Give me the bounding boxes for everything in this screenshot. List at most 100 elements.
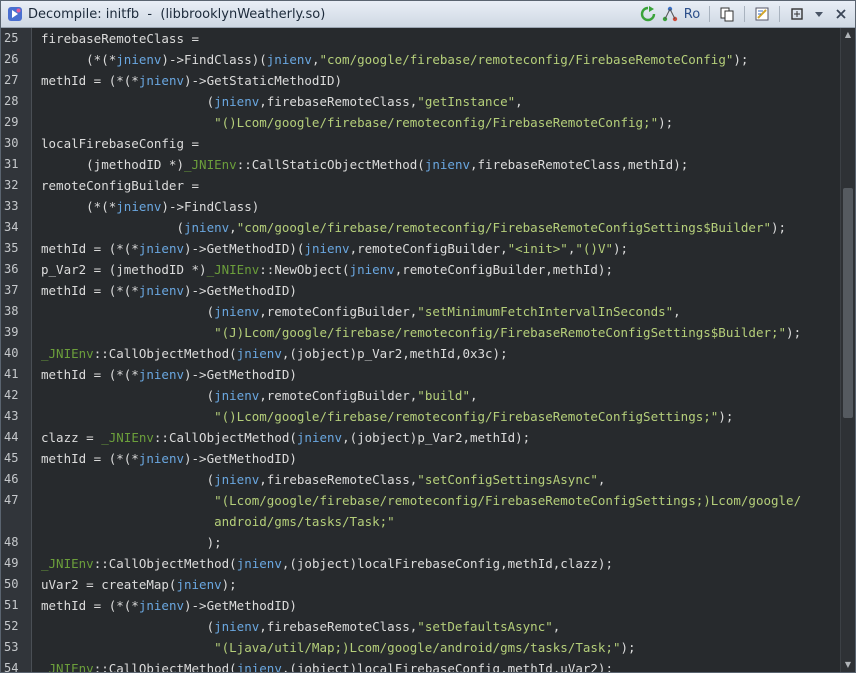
code-token[interactable]: , — [515, 94, 523, 109]
code-token[interactable]: ( — [41, 472, 215, 487]
code-text[interactable]: localFirebaseConfig = — [41, 133, 199, 154]
code-token[interactable]: jnienv — [214, 388, 259, 403]
code-token[interactable]: ( — [41, 619, 215, 634]
code-text[interactable]: _JNIEnv::CallObjectMethod(jnienv,(jobjec… — [41, 658, 613, 672]
code-token[interactable]: p_Var2 = (jmethodID *) — [41, 262, 207, 277]
code-text[interactable]: methId = (*(*jnienv)->GetMethodID) — [41, 448, 297, 469]
code-token[interactable]: "com/google/firebase/remoteconfig/Fireba… — [319, 52, 733, 67]
code-token[interactable]: _JNIEnv — [41, 661, 94, 672]
code-text[interactable]: _JNIEnv::CallObjectMethod(jnienv,(jobjec… — [41, 553, 613, 574]
code-text[interactable]: (jnienv,"com/google/firebase/remoteconfi… — [41, 217, 786, 238]
code-token[interactable]: , — [553, 619, 561, 634]
code-token[interactable]: _JNIEnv — [184, 157, 237, 172]
code-token[interactable]: "setConfigSettingsAsync" — [417, 472, 598, 487]
code-editor[interactable]: 25 firebaseRemoteClass = 26 (*(*jnienv)->F… — [1, 28, 855, 672]
code-token[interactable]: methId = (*(* — [41, 367, 139, 382]
code-line[interactable]: 54 _JNIEnv::CallObjectMethod(jnienv,(jobj… — [1, 658, 841, 672]
code-token[interactable]: jnienv — [176, 577, 221, 592]
code-line[interactable]: 35 methId = (*(*jnienv)->GetMethodID)(jni… — [1, 238, 841, 259]
code-token[interactable]: ,firebaseRemoteClass, — [259, 619, 417, 634]
code-token[interactable]: ,(jobject)localFirebaseConfig,methId,uVa… — [282, 661, 613, 672]
code-text[interactable]: methId = (*(*jnienv)->GetMethodID) — [41, 595, 297, 616]
code-line[interactable]: 25 firebaseRemoteClass = — [1, 28, 841, 49]
code-text[interactable]: (jnienv,firebaseRemoteClass,"getInstance… — [41, 91, 523, 112]
code-token[interactable]: firebaseRemoteClass = — [41, 31, 199, 46]
code-token[interactable] — [41, 115, 214, 130]
code-token[interactable]: jnienv — [304, 241, 349, 256]
code-token[interactable]: )->GetMethodID)( — [184, 241, 304, 256]
code-token[interactable]: ); — [733, 52, 748, 67]
code-token[interactable]: ::CallStaticObjectMethod( — [237, 157, 425, 172]
code-token[interactable]: ,remoteConfigBuilder, — [350, 241, 508, 256]
code-token[interactable]: ::CallObjectMethod( — [94, 556, 237, 571]
code-token[interactable]: ); — [620, 640, 635, 655]
code-token[interactable]: ); — [222, 577, 237, 592]
code-text[interactable]: "(Ljava/util/Map;)Lcom/google/android/gm… — [41, 637, 635, 658]
code-line[interactable]: 43 "()Lcom/google/firebase/remoteconfig/… — [1, 406, 841, 427]
code-line[interactable]: 37 methId = (*(*jnienv)->GetMethodID) — [1, 280, 841, 301]
snapshot-icon[interactable] — [787, 4, 807, 24]
code-token[interactable]: ::CallObjectMethod( — [154, 430, 297, 445]
code-token[interactable]: "()V" — [575, 241, 613, 256]
code-line[interactable]: 30 localFirebaseConfig = — [1, 133, 841, 154]
code-text[interactable]: _JNIEnv::CallObjectMethod(jnienv,(jobjec… — [41, 343, 508, 364]
code-token[interactable]: ); — [771, 220, 786, 235]
code-token[interactable]: jnienv — [237, 346, 282, 361]
code-token[interactable]: , — [470, 388, 478, 403]
code-token[interactable]: jnienv — [214, 619, 259, 634]
code-text[interactable]: "(Lcom/google/firebase/remoteconfig/Fire… — [41, 490, 801, 532]
code-listing[interactable]: 25 firebaseRemoteClass = 26 (*(*jnienv)->F… — [1, 28, 841, 672]
code-token[interactable]: ,(jobject)localFirebaseConfig,methId,cla… — [282, 556, 613, 571]
code-line[interactable]: 51 methId = (*(*jnienv)->GetMethodID) — [1, 595, 841, 616]
code-token[interactable]: ( — [41, 220, 184, 235]
code-token[interactable]: "<init>" — [508, 241, 568, 256]
code-token[interactable]: "setDefaultsAsync" — [417, 619, 552, 634]
code-text[interactable]: methId = (*(*jnienv)->GetMethodID) — [41, 364, 297, 385]
code-token[interactable]: jnienv — [214, 304, 259, 319]
code-line[interactable]: 33 (*(*jnienv)->FindClass) — [1, 196, 841, 217]
code-token[interactable]: methId = (*(* — [41, 598, 139, 613]
code-text[interactable]: uVar2 = createMap(jnienv); — [41, 574, 237, 595]
code-token[interactable]: jnienv — [139, 241, 184, 256]
code-token[interactable]: jnienv — [214, 94, 259, 109]
code-token[interactable]: ); — [786, 325, 801, 340]
code-line[interactable]: 48 ); — [1, 532, 841, 553]
code-text[interactable]: firebaseRemoteClass = — [41, 28, 199, 49]
code-token[interactable]: "()Lcom/google/firebase/remoteconfig/Fir… — [214, 409, 718, 424]
code-token[interactable]: localFirebaseConfig = — [41, 136, 199, 151]
code-text[interactable]: ); — [41, 532, 222, 553]
code-token[interactable]: jnienv — [139, 598, 184, 613]
code-token[interactable]: ,firebaseRemoteClass, — [259, 94, 417, 109]
dropdown-icon[interactable] — [809, 4, 829, 24]
code-token[interactable]: (*(* — [41, 199, 116, 214]
code-line[interactable]: 44 clazz = _JNIEnv::CallObjectMethod(jnie… — [1, 427, 841, 448]
code-token[interactable]: clazz = — [41, 430, 101, 445]
code-text[interactable]: (jnienv,firebaseRemoteClass,"setConfigSe… — [41, 469, 606, 490]
code-line[interactable]: 46 (jnienv,firebaseRemoteClass,"setConfi… — [1, 469, 841, 490]
code-token[interactable]: ( — [41, 94, 215, 109]
code-line[interactable]: 47 "(Lcom/google/firebase/remoteconfig/F… — [1, 490, 841, 532]
code-token[interactable]: jnienv — [425, 157, 470, 172]
code-token[interactable] — [41, 493, 214, 508]
code-line[interactable]: 32 remoteConfigBuilder = — [1, 175, 841, 196]
code-text[interactable]: methId = (*(*jnienv)->GetMethodID)(jnien… — [41, 238, 628, 259]
code-text[interactable]: remoteConfigBuilder = — [41, 175, 199, 196]
code-token[interactable]: "getInstance" — [417, 94, 515, 109]
code-token[interactable]: methId = (*(* — [41, 283, 139, 298]
code-token[interactable]: , — [229, 220, 237, 235]
code-text[interactable]: (jnienv,firebaseRemoteClass,"setDefaults… — [41, 616, 561, 637]
code-token[interactable]: jnienv — [139, 283, 184, 298]
code-token[interactable]: )->GetMethodID) — [184, 451, 297, 466]
code-line[interactable]: 50 uVar2 = createMap(jnienv); — [1, 574, 841, 595]
scroll-down-icon[interactable]: ▼ — [841, 658, 855, 672]
code-token[interactable]: _JNIEnv — [41, 346, 94, 361]
code-token[interactable]: jnienv — [214, 472, 259, 487]
title-bar[interactable]: Decompile: initfb - (libbrooklynWeatherl… — [1, 1, 855, 28]
code-token[interactable]: jnienv — [297, 430, 342, 445]
code-line[interactable]: 34 (jnienv,"com/google/firebase/remoteco… — [1, 217, 841, 238]
code-token[interactable]: ,firebaseRemoteClass,methId); — [470, 157, 688, 172]
code-token[interactable]: _JNIEnv — [207, 262, 260, 277]
export-icon[interactable] — [752, 4, 772, 24]
code-token[interactable]: )->GetMethodID) — [184, 598, 297, 613]
code-token[interactable]: ,(jobject)p_Var2,methId,0x3c); — [282, 346, 508, 361]
